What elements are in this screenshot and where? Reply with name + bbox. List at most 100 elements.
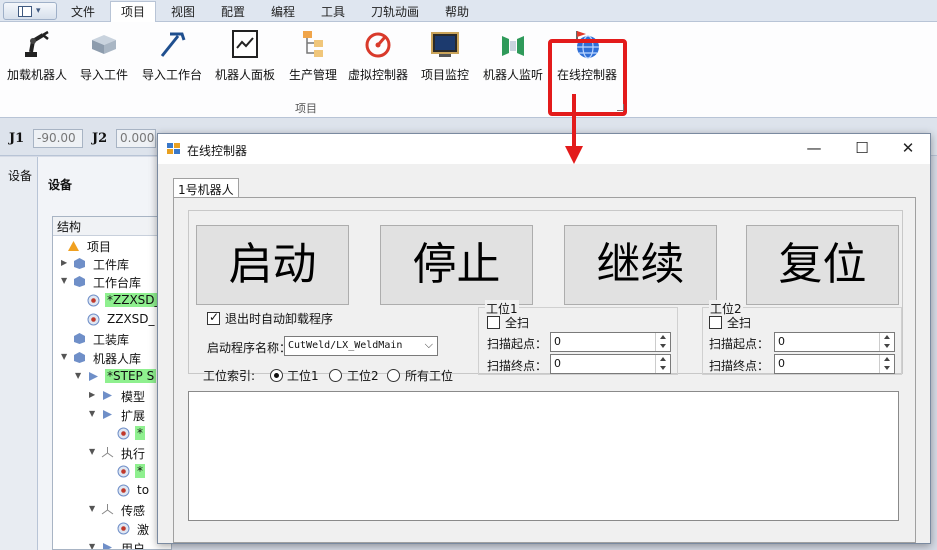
application-menu-button[interactable]: ▾ bbox=[3, 2, 57, 20]
project-monitor-label: 项目监控 bbox=[420, 68, 469, 82]
station2-scan-start-input[interactable]: 0 bbox=[774, 332, 895, 352]
reset-button[interactable]: 复位 bbox=[746, 225, 899, 305]
axis-icon bbox=[101, 447, 114, 458]
station2-scan-start-label: 扫描起点： bbox=[709, 337, 770, 351]
station1-scan-end-input[interactable]: 0 bbox=[550, 354, 671, 374]
station2-group: 工位2 全扫 扫描起点： 0 扫描终点： 0 bbox=[702, 300, 902, 375]
minimize-button[interactable]: — bbox=[791, 134, 837, 164]
station1-group: 工位1 全扫 扫描起点： 0 扫描终点： 0 bbox=[478, 300, 678, 375]
spinner-arrows-icon[interactable] bbox=[655, 333, 670, 351]
tree-node-label: *ZZXSD_ bbox=[105, 293, 163, 307]
tab-page-robot-1: 启动 停止 继续 复位 退出时自动卸载程序 启动程序名称： CutWeld/LX… bbox=[173, 197, 916, 543]
tree-node-label: 用户 bbox=[121, 542, 146, 550]
collapse-icon[interactable]: ▼ bbox=[89, 409, 95, 418]
robot-listener-label: 机器人监听 bbox=[482, 68, 543, 82]
library-cube-icon bbox=[74, 352, 85, 363]
menu-tab-programming[interactable]: 编程 bbox=[262, 3, 304, 22]
dialog-titlebar[interactable]: 在线控制器 — ☐ ✕ bbox=[158, 134, 930, 164]
station2-radio[interactable] bbox=[329, 369, 342, 382]
station2-radio-label: 工位2 bbox=[347, 369, 379, 383]
production-management-button[interactable]: 生产管理 bbox=[284, 24, 342, 96]
expand-icon[interactable]: ▶ bbox=[61, 258, 67, 267]
tree-node-label: 模型 bbox=[121, 390, 146, 404]
station1-full-scan-checkbox[interactable] bbox=[487, 316, 500, 329]
import-workpiece-button[interactable]: 导入工件 bbox=[74, 24, 134, 96]
robot-panel-button[interactable]: 机器人面板 bbox=[212, 24, 278, 96]
collapse-icon[interactable]: ▼ bbox=[89, 447, 95, 456]
j1-value-field[interactable]: -90.00 bbox=[33, 129, 83, 148]
import-workbench-button[interactable]: 导入工作台 bbox=[138, 24, 206, 96]
maximize-button[interactable]: ☐ bbox=[839, 134, 885, 164]
tree-node-label: 工装库 bbox=[93, 333, 130, 347]
load-robot-button[interactable]: 加载机器人 bbox=[4, 24, 70, 96]
group-launcher-icon[interactable] bbox=[617, 104, 624, 111]
station2-full-scan-checkbox[interactable] bbox=[709, 316, 722, 329]
station1-scan-start-value: 0 bbox=[554, 335, 561, 348]
production-management-label: 生产管理 bbox=[288, 68, 337, 82]
gauge-icon bbox=[365, 32, 391, 58]
side-tab-device[interactable]: 设备 bbox=[0, 157, 38, 550]
collapse-icon[interactable]: ▼ bbox=[89, 542, 95, 549]
robot-node-icon bbox=[89, 372, 98, 381]
menu-tab-file[interactable]: 文件 bbox=[62, 3, 104, 22]
library-cube-icon bbox=[74, 276, 85, 287]
project-monitor-button[interactable]: 项目监控 bbox=[416, 24, 474, 96]
j2-value-field[interactable]: 0.000 bbox=[116, 129, 156, 148]
menu-tab-tools[interactable]: 工具 bbox=[312, 3, 354, 22]
collapse-icon[interactable]: ▼ bbox=[61, 352, 67, 361]
production-tree-icon bbox=[303, 31, 323, 57]
all-stations-radio-label: 所有工位 bbox=[405, 369, 454, 383]
all-stations-radio[interactable] bbox=[387, 369, 400, 382]
model-icon bbox=[103, 410, 112, 419]
spinner-arrows-icon[interactable] bbox=[879, 355, 894, 373]
tree-node-label: ZZXSD_ bbox=[107, 312, 155, 326]
spinner-arrows-icon[interactable] bbox=[655, 355, 670, 373]
stop-button[interactable]: 停止 bbox=[380, 225, 533, 305]
collapse-icon[interactable]: ▼ bbox=[75, 371, 81, 380]
station2-scan-end-input[interactable]: 0 bbox=[774, 354, 895, 374]
station1-radio[interactable] bbox=[270, 369, 283, 382]
robot-listener-button[interactable]: 机器人监听 bbox=[480, 24, 546, 96]
model-icon bbox=[103, 391, 112, 400]
auto-unload-checkbox[interactable] bbox=[207, 310, 220, 325]
highlight-annotation-box bbox=[548, 39, 627, 116]
device-panel-title: 设备 bbox=[48, 178, 73, 192]
menu-tab-toolpath-animation[interactable]: 刀轨动画 bbox=[362, 3, 428, 22]
output-log-textarea[interactable] bbox=[188, 391, 899, 521]
virtual-controller-button[interactable]: 虚拟控制器 bbox=[346, 24, 410, 96]
ribbon-group-label: 项目 bbox=[295, 102, 317, 115]
tree-node-label: * bbox=[135, 464, 145, 478]
station1-scan-end-label: 扫描终点： bbox=[487, 359, 548, 373]
spinner-arrows-icon[interactable] bbox=[879, 333, 894, 351]
dialog-title: 在线控制器 bbox=[187, 144, 248, 158]
robot-panel-label: 机器人面板 bbox=[214, 68, 275, 82]
import-workpiece-label: 导入工件 bbox=[79, 68, 128, 82]
menu-tab-config[interactable]: 配置 bbox=[212, 3, 254, 22]
callout-arrow-line bbox=[572, 94, 576, 148]
listen-icon bbox=[502, 36, 524, 56]
tree-node-label: *STEP S bbox=[105, 369, 157, 383]
workpiece-box-icon bbox=[92, 35, 116, 54]
station1-scan-end-value: 0 bbox=[554, 357, 561, 370]
station1-scan-start-input[interactable]: 0 bbox=[550, 332, 671, 352]
tree-node-label: 工作台库 bbox=[93, 276, 142, 290]
part-icon bbox=[117, 427, 130, 440]
close-button[interactable]: ✕ bbox=[885, 134, 931, 164]
virtual-controller-label: 虚拟控制器 bbox=[347, 68, 408, 82]
menu-tab-view[interactable]: 视图 bbox=[162, 3, 204, 22]
library-cube-icon bbox=[74, 258, 85, 269]
program-name-select[interactable]: CutWeld/LX_WeldMain ⌵ bbox=[284, 336, 438, 356]
tree-node-label: 机器人库 bbox=[93, 352, 142, 366]
start-button[interactable]: 启动 bbox=[196, 225, 349, 305]
menu-tab-project[interactable]: 项目 bbox=[110, 1, 156, 23]
axis-icon bbox=[101, 504, 114, 515]
workbench-tool-icon bbox=[160, 32, 186, 57]
continue-button[interactable]: 继续 bbox=[564, 225, 717, 305]
expand-icon[interactable]: ▶ bbox=[89, 390, 95, 399]
collapse-icon[interactable]: ▼ bbox=[89, 504, 95, 513]
menu-tab-help[interactable]: 帮助 bbox=[436, 3, 478, 22]
tree-node-label: 执行 bbox=[121, 447, 146, 461]
collapse-icon[interactable]: ▼ bbox=[61, 276, 67, 285]
tab-robot-1[interactable]: 1号机器人 bbox=[173, 178, 239, 198]
part-icon bbox=[87, 313, 100, 326]
